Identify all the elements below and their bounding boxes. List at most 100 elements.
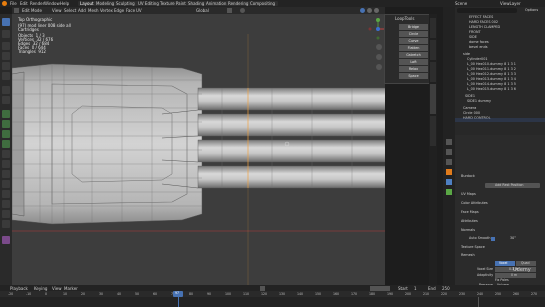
measure-tool-icon[interactable] <box>2 96 10 104</box>
proportional-edit-icon[interactable] <box>240 8 245 13</box>
tab-modeling[interactable]: Modeling <box>96 1 114 6</box>
shrink-fatten-tool-icon[interactable] <box>2 200 10 208</box>
scene-selector[interactable]: Scene <box>455 1 467 6</box>
menu-face[interactable]: Face <box>126 8 135 13</box>
shear-tool-icon[interactable] <box>2 210 10 218</box>
spin-tool-icon[interactable] <box>2 170 10 178</box>
curve-button[interactable]: Curve <box>399 38 428 44</box>
snap-icon[interactable] <box>227 8 232 13</box>
menu-vertex[interactable]: Vertex <box>100 8 113 13</box>
tab-animation[interactable]: Animation <box>206 1 226 6</box>
zoom-icon[interactable] <box>376 44 382 50</box>
menu-file[interactable]: File <box>10 1 17 6</box>
navigation-gizmo-icon[interactable] <box>367 18 385 40</box>
timeline-menu-playback[interactable]: Playback <box>10 286 28 291</box>
modifier-props-icon[interactable] <box>446 179 452 185</box>
menu-render[interactable]: Render <box>30 1 44 6</box>
bevel-tool-icon[interactable] <box>2 130 10 138</box>
outliner-item[interactable]: bevel ends <box>469 45 488 50</box>
shading-rendered-icon[interactable] <box>374 8 379 13</box>
tab-uv-editing[interactable]: UV Editing <box>138 1 159 6</box>
editor-type-icon[interactable] <box>14 8 19 13</box>
flatten-button[interactable]: Flatten <box>399 45 428 51</box>
section-color-attributes[interactable]: Color Attributes <box>461 201 488 205</box>
tab-edit[interactable] <box>430 84 436 114</box>
section-face-maps[interactable]: Face Maps <box>461 210 479 214</box>
tab-shading[interactable]: Shading <box>188 1 204 6</box>
tab-looptools[interactable] <box>430 116 436 146</box>
auto-smooth-value[interactable]: 30° <box>510 236 516 240</box>
end-value[interactable]: 250 <box>442 286 450 291</box>
start-value[interactable]: 1 <box>414 286 417 291</box>
loop-tools-icon[interactable] <box>2 236 10 244</box>
section-uv-maps[interactable]: UV Maps <box>461 192 476 196</box>
shading-solid-icon[interactable] <box>360 8 365 13</box>
menu-view[interactable]: View <box>52 8 62 13</box>
mode-selector[interactable]: Edit Mode <box>22 8 42 13</box>
render-props-icon[interactable] <box>446 149 452 155</box>
edge-slide-tool-icon[interactable] <box>2 190 10 198</box>
smooth-tool-icon[interactable] <box>2 180 10 188</box>
shading-material-icon[interactable] <box>367 8 372 13</box>
view-layer-selector[interactable]: ViewLayer <box>500 1 521 6</box>
blender-logo-icon[interactable] <box>2 1 7 6</box>
menu-edge[interactable]: Edge <box>114 8 124 13</box>
extrude-tool-icon[interactable] <box>2 110 10 118</box>
menu-mesh[interactable]: Mesh <box>88 8 99 13</box>
fix-poles-checkbox[interactable]: Fix Poles <box>495 278 509 282</box>
section-normals[interactable]: Normals <box>461 228 475 232</box>
rip-region-tool-icon[interactable] <box>2 220 10 228</box>
bridge-button[interactable]: Bridge <box>399 24 428 30</box>
tab-tool[interactable] <box>430 40 436 60</box>
output-props-icon[interactable] <box>446 159 452 165</box>
tab-texture-paint[interactable]: Texture Paint <box>160 1 186 6</box>
orientation-selector[interactable]: Global <box>196 8 209 13</box>
loop-cut-tool-icon[interactable] <box>2 140 10 148</box>
outliner-item[interactable]: L_00 Hex015.dummy 8 1 3 6 <box>467 87 516 92</box>
circle-button[interactable]: Circle <box>399 31 428 37</box>
timeline-menu-view[interactable]: View <box>52 286 62 291</box>
camera-view-icon[interactable] <box>376 64 382 70</box>
loft-button[interactable]: Loft <box>399 59 428 65</box>
frame-ruler[interactable]: -20 -10 0 10 20 30 40 50 60 70 80 90 100… <box>0 291 545 297</box>
auto-smooth-checkbox[interactable] <box>491 237 495 241</box>
tab-view[interactable] <box>430 62 436 82</box>
outliner-search-input[interactable] <box>457 8 517 13</box>
knife-tool-icon[interactable] <box>2 150 10 158</box>
section-attributes[interactable]: Attributes <box>461 219 478 223</box>
annotate-tool-icon[interactable] <box>2 86 10 94</box>
menu-select[interactable]: Select <box>64 8 76 13</box>
menu-uv[interactable]: UV <box>136 8 142 13</box>
pan-icon[interactable] <box>376 54 382 60</box>
section-texture-space[interactable]: Texture Space <box>461 245 485 249</box>
timeline-menu-keying[interactable]: Keying <box>34 286 47 291</box>
tool-props-icon[interactable] <box>446 139 452 145</box>
scale-tool-icon[interactable] <box>2 62 10 70</box>
outliner-options[interactable]: Options <box>525 8 538 12</box>
menu-edit[interactable]: Edit <box>20 1 28 6</box>
select-box-tool-icon[interactable] <box>2 18 10 26</box>
cursor-tool-icon[interactable] <box>2 30 10 38</box>
object-props-icon[interactable] <box>446 169 452 175</box>
inset-tool-icon[interactable] <box>2 120 10 128</box>
3d-viewport[interactable]: Top Orthographic (97) mod liner 008 side… <box>12 14 385 285</box>
tab-rendering[interactable]: Rendering <box>228 1 248 6</box>
gstretch-button[interactable]: Gstretch <box>399 52 428 58</box>
tab-item[interactable] <box>430 18 436 38</box>
space-button[interactable]: Space <box>399 73 428 79</box>
transform-tool-icon[interactable] <box>2 72 10 80</box>
data-props-icon[interactable] <box>446 189 452 195</box>
tab-sculpting[interactable]: Sculpting <box>116 1 135 6</box>
menu-window[interactable]: Window <box>44 1 60 6</box>
tab-layout[interactable]: Layout <box>80 1 94 6</box>
rotate-tool-icon[interactable] <box>2 52 10 60</box>
menu-help[interactable]: Help <box>60 1 69 6</box>
section-remesh[interactable]: Remesh <box>461 253 475 257</box>
outliner-item[interactable]: SIDE1 dummy <box>467 99 491 104</box>
relax-button[interactable]: Relax <box>399 66 428 72</box>
menu-add[interactable]: Add <box>78 8 86 13</box>
poly-build-tool-icon[interactable] <box>2 160 10 168</box>
move-tool-icon[interactable] <box>2 42 10 50</box>
timeline-menu-marker[interactable]: Marker <box>64 286 78 291</box>
tab-compositing[interactable]: Compositing <box>250 1 275 6</box>
